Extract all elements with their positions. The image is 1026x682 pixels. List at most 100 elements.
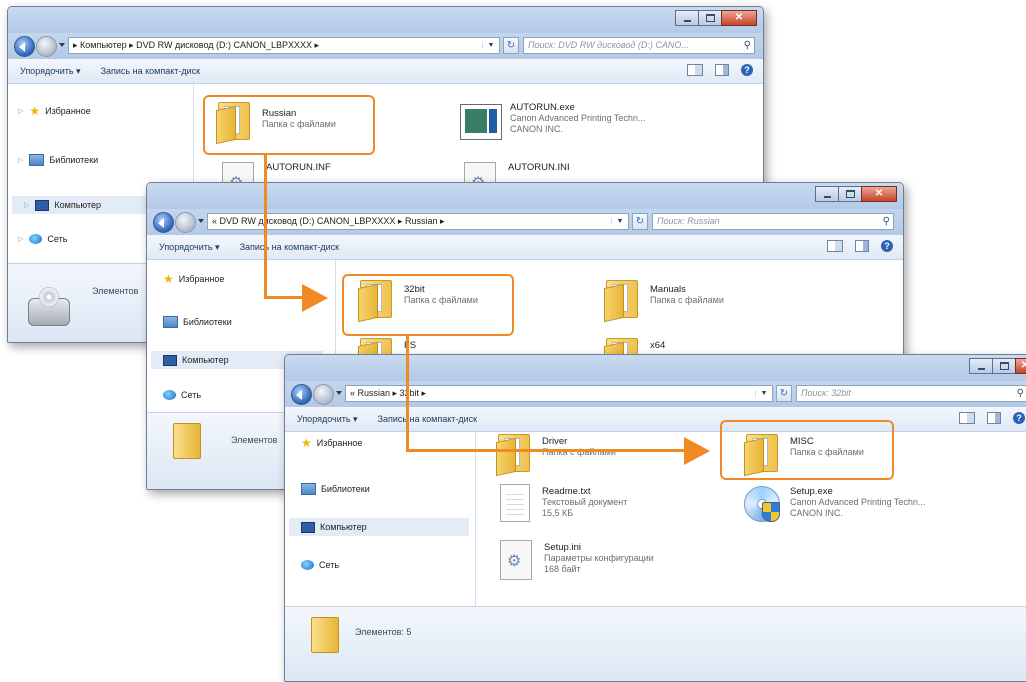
search-placeholder: Поиск: 32bit — [801, 388, 851, 398]
forward-button[interactable] — [313, 384, 334, 405]
burn-button[interactable]: Запись на компакт-диск — [378, 414, 478, 424]
forward-button[interactable] — [36, 36, 57, 57]
help-icon[interactable]: ? — [881, 240, 893, 252]
nav-favorites[interactable]: ▷ ★ Избранное — [18, 105, 91, 117]
burn-button[interactable]: Запись на компакт-диск — [101, 66, 201, 76]
minimize-button[interactable] — [815, 186, 839, 202]
nav-libraries[interactable]: Библиотеки — [163, 316, 232, 328]
maximize-button[interactable] — [838, 186, 862, 202]
history-dropdown-icon[interactable] — [59, 43, 65, 47]
maximize-button[interactable] — [992, 358, 1016, 374]
file-company: CANON INC. — [790, 508, 844, 518]
address-row: « Russian ▸ 32bit ▸ ▼ ↻ Поиск: 32bit ⚲ — [285, 381, 1026, 407]
help-icon[interactable]: ? — [741, 64, 753, 76]
address-dropdown-icon[interactable]: ▼ — [611, 218, 628, 225]
nav-libraries[interactable]: Библиотеки — [301, 483, 370, 495]
file-item-autorun-exe[interactable]: AUTORUN.exe Canon Advanced Printing Tech… — [460, 102, 645, 140]
address-bar[interactable]: « Russian ▸ 32bit ▸ ▼ — [345, 385, 773, 402]
item-count: Элементов — [92, 286, 139, 296]
expand-icon[interactable]: ▷ — [24, 201, 29, 209]
item-count: Элементов: 5 — [355, 627, 412, 637]
burn-button[interactable]: Запись на компакт-диск — [240, 242, 340, 252]
nav-favorites[interactable]: ★ Избранное — [301, 437, 362, 449]
back-button[interactable] — [14, 36, 35, 57]
minimize-button[interactable] — [969, 358, 993, 374]
search-icon: ⚲ — [882, 216, 890, 227]
nav-network-label: Сеть — [47, 234, 68, 244]
nav-computer-label: Компьютер — [54, 200, 101, 210]
address-bar[interactable]: « DVD RW дисковод (D:) CANON_LBPXXXX ▸ R… — [207, 213, 629, 230]
nav-network[interactable]: Сеть — [301, 560, 339, 570]
close-button[interactable]: ✕ — [861, 186, 897, 202]
connector-line — [406, 449, 686, 452]
file-item-setup-ini[interactable]: Setup.ini Параметры конфигурации 168 бай… — [500, 540, 654, 580]
preview-pane-icon[interactable] — [715, 64, 729, 76]
history-dropdown-icon[interactable] — [336, 391, 342, 395]
nav-libraries-label: Библиотеки — [49, 155, 99, 165]
address-dropdown-icon[interactable]: ▼ — [755, 390, 772, 397]
minimize-button[interactable] — [675, 10, 699, 26]
expand-icon[interactable]: ▷ — [18, 235, 23, 243]
file-name: AUTORUN.exe — [510, 102, 575, 113]
preview-pane-icon[interactable] — [987, 412, 1001, 424]
nav-computer-label: Компьютер — [182, 355, 229, 365]
nav-libraries[interactable]: ▷ Библиотеки — [18, 154, 98, 166]
organize-button[interactable]: Упорядочить ▾ — [159, 242, 220, 253]
address-dropdown-icon[interactable]: ▼ — [482, 42, 499, 49]
maximize-icon — [705, 14, 715, 22]
search-input[interactable]: Поиск: DVD RW дисковод (D:) CANO... ⚲ — [523, 37, 755, 54]
settings-file-icon — [500, 540, 532, 580]
close-button[interactable]: ✕ — [1015, 358, 1026, 374]
views-icon[interactable] — [959, 412, 975, 424]
close-icon: ✕ — [874, 188, 884, 199]
folder-icon — [173, 423, 201, 459]
minimize-icon — [977, 367, 985, 370]
toolbar-right: ? — [687, 64, 753, 76]
connector-line — [264, 155, 267, 298]
title-bar: ✕ — [8, 7, 763, 33]
address-bar[interactable]: ▸ Компьютер ▸ DVD RW дисковод (D:) CANON… — [68, 37, 500, 54]
file-item-driver[interactable]: Driver Папка с файлами — [496, 432, 616, 477]
nav-computer[interactable]: Компьютер — [289, 518, 469, 536]
search-placeholder: Поиск: Russian — [657, 216, 720, 226]
file-item-setup-exe[interactable]: Setup.exe Canon Advanced Printing Techn.… — [742, 484, 925, 522]
views-icon[interactable] — [687, 64, 703, 76]
connector-line — [406, 336, 409, 451]
maximize-button[interactable] — [698, 10, 722, 26]
organize-button[interactable]: Упорядочить ▾ — [297, 414, 358, 425]
refresh-button[interactable]: ↻ — [503, 37, 519, 54]
file-description: Canon Advanced Printing Techn... — [790, 497, 926, 507]
nav-network[interactable]: Сеть — [163, 390, 201, 400]
back-button[interactable] — [153, 212, 174, 233]
highlight-misc — [720, 420, 894, 480]
help-icon[interactable]: ? — [1013, 412, 1025, 424]
file-name: AUTORUN.INI — [508, 162, 570, 173]
file-item-manuals[interactable]: Manuals Папка с файлами — [604, 278, 724, 323]
refresh-button[interactable]: ↻ — [632, 213, 648, 230]
back-button[interactable] — [291, 384, 312, 405]
search-input[interactable]: Поиск: Russian ⚲ — [652, 213, 894, 230]
expand-icon[interactable]: ▷ — [18, 107, 23, 115]
file-size: 15,5 КБ — [542, 508, 574, 518]
file-size: 168 байт — [544, 564, 581, 574]
caption-buttons: ✕ — [969, 358, 1026, 374]
file-name: Setup.exe — [790, 486, 833, 497]
file-name: Manuals — [650, 284, 686, 295]
views-icon[interactable] — [827, 240, 843, 252]
nav-libraries-label: Библиотеки — [183, 317, 232, 327]
nav-favorites[interactable]: ★ Избранное — [163, 273, 224, 285]
arrow-right-icon — [684, 437, 710, 465]
command-bar: Упорядочить ▾ Запись на компакт-диск ? — [285, 407, 1026, 432]
search-input[interactable]: Поиск: 32bit ⚲ — [796, 385, 1026, 402]
forward-button[interactable] — [175, 212, 196, 233]
history-dropdown-icon[interactable] — [198, 219, 204, 223]
close-button[interactable]: ✕ — [721, 10, 757, 26]
nav-network[interactable]: ▷ Сеть — [18, 234, 67, 244]
preview-pane-icon[interactable] — [855, 240, 869, 252]
file-name: Readme.txt — [542, 486, 591, 497]
expand-icon[interactable]: ▷ — [18, 156, 23, 164]
file-item-readme[interactable]: Readme.txt Текстовый документ 15,5 КБ — [500, 484, 627, 522]
organize-button[interactable]: Упорядочить ▾ — [20, 66, 81, 77]
application-icon — [460, 104, 502, 140]
refresh-button[interactable]: ↻ — [776, 385, 792, 402]
